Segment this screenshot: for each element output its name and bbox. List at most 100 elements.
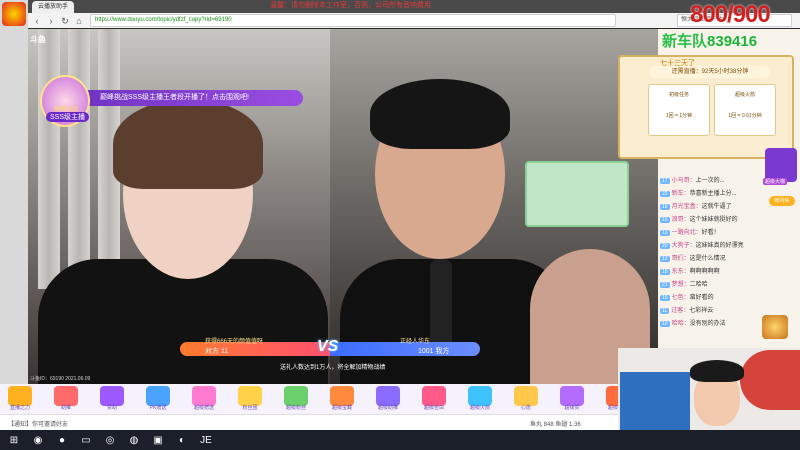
- chat-message[interactable]: 15 浪哥：这个妹妹就挺好的: [660, 214, 738, 223]
- gift-icon[interactable]: [330, 386, 354, 406]
- fleet-number: 839416: [707, 33, 758, 50]
- gift-icon[interactable]: [54, 386, 78, 406]
- app-icon[interactable]: [2, 2, 26, 26]
- fleet-counter: 新车队839416: [662, 30, 757, 51]
- pk-right-label: 正经人华东: [400, 339, 431, 345]
- start-icon[interactable]: ⊞: [4, 432, 24, 448]
- chat-username[interactable]: 一路向北：: [672, 230, 702, 236]
- gift-label: 超级火箭: [469, 405, 490, 411]
- chat-message[interactable]: 22 新车：恭喜新主播上分...: [660, 188, 737, 197]
- chat-username[interactable]: 哥们：: [672, 256, 690, 262]
- task-box-a[interactable]: 初级任务 1回 = 1分钟: [648, 84, 710, 136]
- chat-message[interactable]: 20 大狗子：这妹妹真的好漂亮: [660, 240, 744, 249]
- level-badge: 13: [660, 230, 670, 236]
- chat-text: 没有别的办法: [689, 321, 726, 327]
- gift-icon[interactable]: [422, 386, 446, 406]
- chat-text: 这就牛逼了: [701, 204, 732, 210]
- desktop-icon-column: [0, 0, 28, 430]
- gift-icon[interactable]: [468, 386, 492, 406]
- level-badge: 19: [660, 204, 670, 210]
- task-a-reward: 1回 = 1分钟: [665, 113, 693, 119]
- chat-username[interactable]: 七色：: [672, 295, 690, 301]
- chat-message[interactable]: 17 小马哥：上一次的...: [660, 175, 725, 184]
- chat-message[interactable]: 19 月光宝盒：这就牛逼了: [660, 201, 732, 210]
- chat-text: 二哈哈: [689, 282, 708, 288]
- steam-icon[interactable]: ◉: [28, 432, 48, 448]
- gift-icon[interactable]: [560, 386, 584, 406]
- refresh-icon[interactable]: ↻: [60, 16, 70, 26]
- gift-icon[interactable]: [146, 386, 170, 406]
- gift-label: 粉丝团: [242, 405, 258, 411]
- level-badge: 22: [660, 191, 670, 197]
- bottom-notice[interactable]: 【通知】你可邀请好友: [8, 419, 68, 428]
- url-input[interactable]: https://www.douyu.com/topic/ydfzf_copy?r…: [90, 14, 616, 27]
- pip-chair: [620, 372, 690, 430]
- chat-text: 啊啊啊啊啊: [689, 269, 720, 275]
- gift-label: PK赠送: [149, 405, 167, 411]
- back-icon[interactable]: ‹: [32, 16, 42, 26]
- browser-tab[interactable]: 云播放助手: [32, 1, 75, 13]
- chrome-icon[interactable]: ●: [52, 432, 72, 448]
- level-badge: 15: [660, 217, 670, 223]
- chat-username[interactable]: 浪哥：: [672, 217, 690, 223]
- chat-message[interactable]: 10 哈哈：没有别的办法: [660, 318, 726, 327]
- chat-message[interactable]: 18 东东：啊啊啊啊啊: [660, 266, 720, 275]
- chat-message[interactable]: 21 梦想：二哈哈: [660, 279, 708, 288]
- orange-app-icon[interactable]: ▣: [148, 432, 168, 448]
- task-card-secondary[interactable]: [525, 161, 629, 227]
- address-bar: ‹ › ↻ ⌂ https://www.douyu.com/topic/ydfz…: [28, 13, 800, 28]
- chat-username[interactable]: 梦想：: [672, 282, 690, 288]
- netease-icon[interactable]: ◍: [124, 432, 144, 448]
- level-badge: 20: [660, 243, 670, 249]
- app-icon[interactable]: ◎: [100, 432, 120, 448]
- gift-icon[interactable]: [284, 386, 308, 406]
- chat-message[interactable]: 12 哥们：这是什么情况: [660, 253, 726, 262]
- gift-icon[interactable]: [376, 386, 400, 406]
- gift-label: 超级宝藏: [331, 405, 352, 411]
- forward-icon[interactable]: ›: [46, 16, 56, 26]
- microphone: [430, 259, 452, 349]
- ime-icon[interactable]: JE: [196, 432, 216, 448]
- gift-label: 直播之力: [9, 405, 30, 411]
- gift-icon[interactable]: [192, 386, 216, 406]
- pip-hair: [690, 360, 744, 382]
- taskbar: ⊞ ◉ ● ▭ ◎ ◍ ▣ ◐ JE: [0, 430, 800, 450]
- folder-icon[interactable]: ▭: [76, 432, 96, 448]
- stream-meta: 斗鱼ID：69190 2021.06.09: [30, 376, 91, 382]
- gift-label: 超级告白: [423, 405, 444, 411]
- task-b-reward: 1回 = 0.01分钟: [728, 113, 762, 119]
- gift-icon[interactable]: [100, 386, 124, 406]
- level-badge: 11: [660, 308, 670, 314]
- chat-username[interactable]: 东东：: [672, 269, 690, 275]
- task-a-title: 初级任务: [668, 92, 689, 98]
- chat-username[interactable]: 过客：: [671, 308, 689, 314]
- gift-label: 心愿: [520, 405, 531, 411]
- chat-username[interactable]: 月光宝盒：: [672, 204, 702, 210]
- gift-label: 超级赞: [564, 405, 580, 411]
- chat-message[interactable]: 13 一路向北：好看！: [660, 227, 720, 236]
- gift-label: 超级赠送: [193, 405, 214, 411]
- level-badge: 16: [660, 295, 670, 301]
- chat-username[interactable]: 小马哥：: [672, 178, 696, 184]
- pk-caption: 送礼人数达到1万人，将全解加精物战绩: [280, 365, 386, 371]
- overlay-score: 800/900: [690, 1, 771, 28]
- gift-icon[interactable]: [238, 386, 262, 406]
- gift-icon[interactable]: [8, 386, 32, 406]
- chat-username[interactable]: 大狗子：: [672, 243, 696, 249]
- gift-label: 超级粉丝: [285, 405, 306, 411]
- weibo-icon[interactable]: ◐: [172, 432, 192, 448]
- chat-text: 恭喜新主播上分...: [689, 191, 737, 197]
- chat-message[interactable]: 11 过客：七彩祥云: [660, 305, 713, 314]
- pk-rank-badge: SSS级主播: [46, 112, 90, 122]
- treasure-chest-icon[interactable]: [762, 315, 788, 339]
- home-icon[interactable]: ⌂: [74, 16, 84, 26]
- chat-message[interactable]: 16 七色：蛮好看的: [660, 292, 714, 301]
- chat-username[interactable]: 哈哈：: [672, 321, 690, 327]
- chat-username[interactable]: 新车：: [672, 191, 690, 197]
- pip-background-object: [740, 350, 800, 410]
- gift-icon[interactable]: [514, 386, 538, 406]
- gift-label: 助推: [60, 405, 71, 411]
- bottom-currency: 鱼丸 848 鱼翅 1.36: [530, 422, 581, 428]
- task-box-b[interactable]: 超级火箭 1回 = 0.01分钟: [714, 84, 776, 136]
- chat-text: 好看！: [701, 230, 720, 236]
